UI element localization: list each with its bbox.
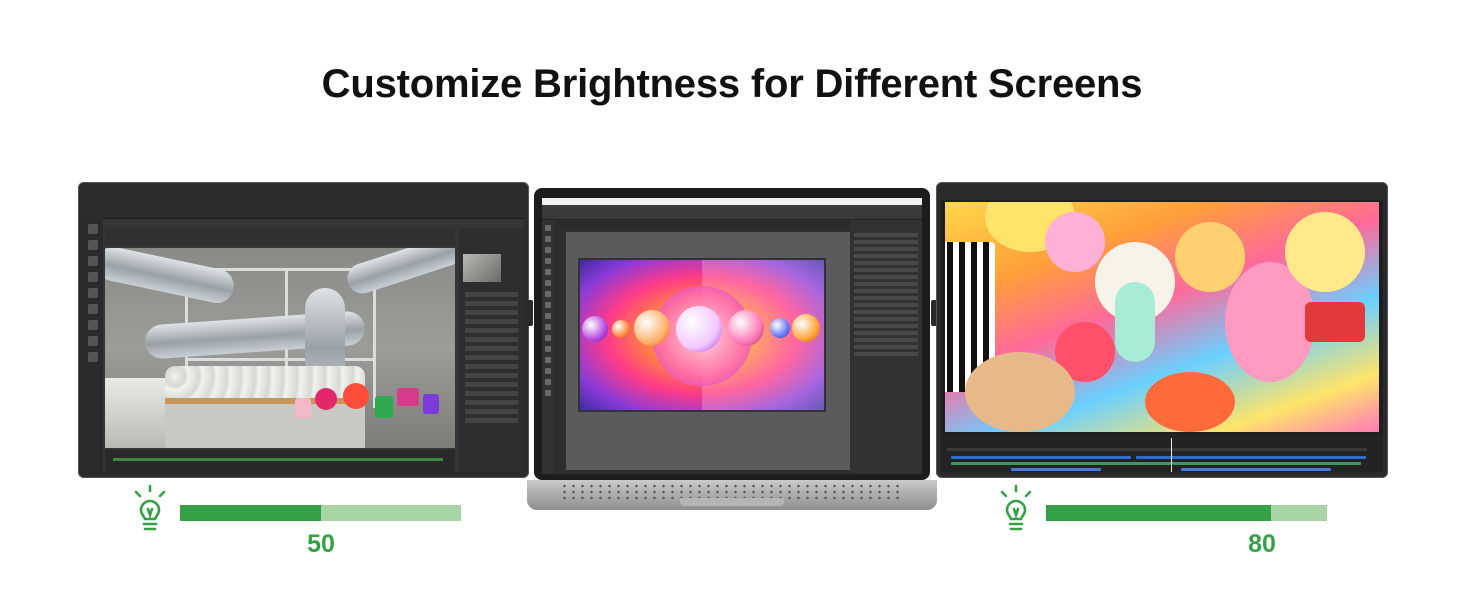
laptop-left-mount [527, 300, 533, 326]
right-monitor [936, 182, 1388, 478]
left-brightness-slider[interactable] [180, 505, 461, 521]
editing-timeline [941, 434, 1383, 472]
left-monitor [78, 182, 529, 478]
laptop-display [534, 188, 930, 480]
tool-palette [542, 220, 554, 474]
artboard [578, 258, 826, 412]
preview-thumbnail [463, 254, 501, 282]
design-canvas [566, 232, 854, 470]
laptop-trackpad-notch [680, 498, 784, 506]
right-brightness-value: 80 [1248, 530, 1276, 558]
layers-panel [850, 220, 922, 474]
control-bar [542, 205, 922, 220]
app-toolbar [83, 188, 524, 219]
video-viewer [945, 202, 1379, 432]
lightbulb-icon [1000, 484, 1032, 531]
timeline-bar [113, 458, 443, 461]
right-brightness-slider[interactable] [1046, 505, 1327, 521]
right-brightness-fill [1046, 505, 1271, 521]
viewport-header [105, 228, 455, 246]
left-brightness-fill [180, 505, 321, 521]
page-title: Customize Brightness for Different Scree… [321, 62, 1143, 106]
lightbulb-icon [134, 484, 166, 531]
menu-bar [542, 198, 922, 205]
document-tabs [556, 220, 862, 229]
left-monitor-screen [83, 188, 524, 472]
laptop-screen [542, 198, 922, 474]
timeline-panel [105, 450, 455, 472]
left-brightness-value: 50 [307, 530, 335, 558]
3d-viewport [105, 248, 455, 448]
right-monitor-screen [941, 188, 1383, 472]
tool-palette [83, 218, 103, 472]
app-toolbar [941, 188, 1383, 200]
